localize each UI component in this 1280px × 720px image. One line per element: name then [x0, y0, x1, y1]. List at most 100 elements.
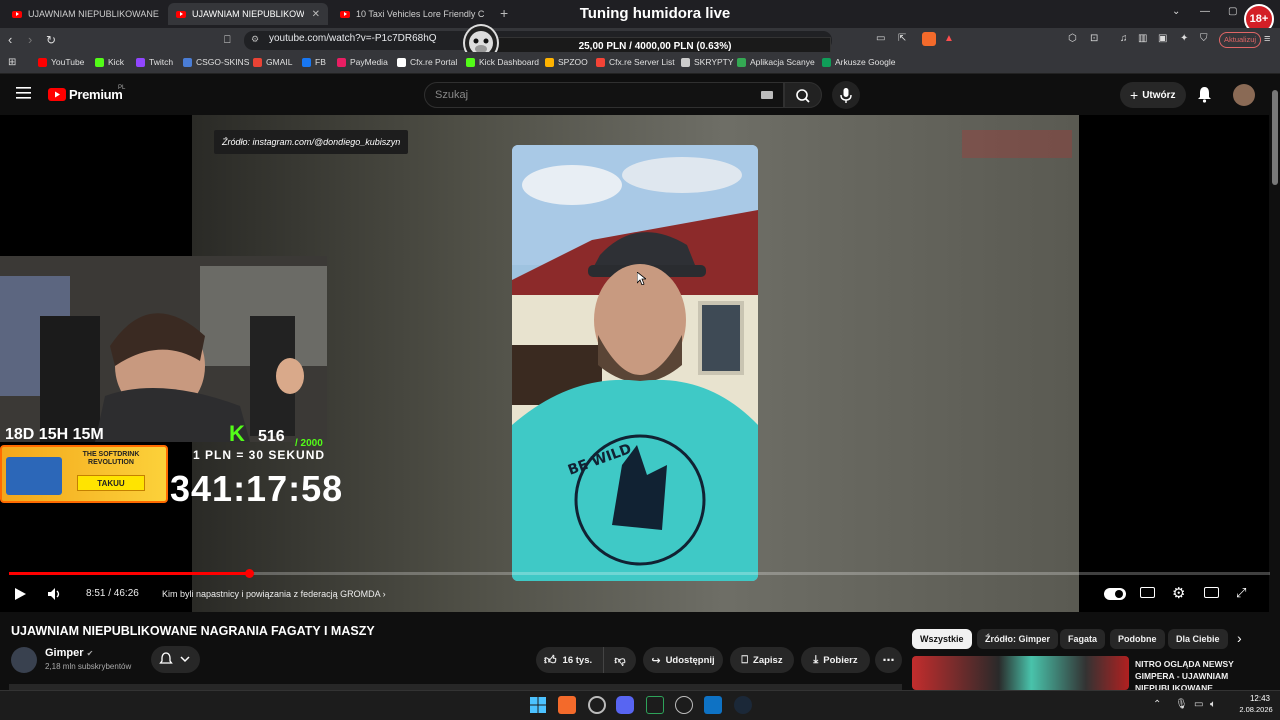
minimize-icon[interactable]: — — [1200, 6, 1210, 17]
channel-avatar[interactable] — [11, 647, 37, 673]
bookmark-item[interactable]: GMAIL — [253, 57, 292, 67]
update-button[interactable]: Aktualizuj — [1219, 32, 1262, 48]
more-actions-button[interactable]: ⋯ — [875, 647, 902, 673]
vpn-icon[interactable]: ⛉ — [1200, 33, 1208, 44]
bookmark-label: Kick Dashboard — [479, 57, 540, 67]
search-button[interactable] — [784, 82, 822, 108]
windows-start-icon[interactable] — [529, 696, 547, 714]
reload-icon[interactable]: ↻ — [46, 32, 56, 48]
subscription-bell-button[interactable] — [151, 646, 200, 673]
bookmark-item[interactable]: FB — [302, 57, 326, 67]
promo-title: THE SOFTDRINK REVOLUTION — [82, 451, 140, 466]
page-scrollbar-thumb[interactable] — [1272, 90, 1278, 185]
bookmark-icon[interactable]: ⎕ — [224, 32, 231, 48]
chips-next-icon[interactable]: › — [1237, 630, 1242, 646]
subtitles-icon[interactable] — [1140, 587, 1155, 598]
recommendation-thumbnail[interactable] — [912, 656, 1129, 690]
voice-search-button[interactable] — [832, 81, 860, 109]
bookmark-item[interactable]: PayMedia — [337, 57, 388, 67]
bookmark-item[interactable]: Cfx.re Portal — [397, 57, 457, 67]
new-tab-icon[interactable]: + — [500, 5, 508, 21]
forward-icon[interactable]: › — [28, 32, 32, 48]
fullscreen-icon[interactable]: ⤢ — [1236, 585, 1246, 601]
bookmark-item[interactable]: Twitch — [136, 57, 173, 67]
menu-icon[interactable]: ≡ — [1264, 33, 1270, 45]
leo-ai-icon[interactable]: ✦ — [1180, 33, 1188, 44]
clock-time[interactable]: 12:43 — [1241, 694, 1279, 703]
recommendation-title[interactable]: NITRO OGLĄDA NEWSY GIMPERA - UJAWNIAM NI… — [1135, 658, 1245, 690]
tray-chevron-icon[interactable]: ⌃ — [1153, 699, 1161, 710]
keyboard-icon[interactable] — [761, 91, 773, 99]
cast-icon[interactable]: ▭ — [876, 33, 885, 44]
bookmark-item[interactable]: Arkusze Google — [822, 57, 895, 67]
wallet-icon[interactable]: ▣ — [1158, 33, 1167, 44]
brave-shields-icon[interactable] — [922, 32, 936, 46]
play-icon[interactable] — [14, 587, 27, 601]
apps-grid-icon[interactable]: ⊞ — [8, 57, 16, 68]
browser-tab[interactable]: UJAWNIAM NIEPUBLIKOWANE NAGR — [4, 3, 160, 25]
maximize-icon[interactable]: ▢ — [1228, 6, 1237, 17]
chip-source[interactable]: Źródło: Gimper — [977, 629, 1058, 649]
plus-icon: + — [1130, 87, 1139, 103]
site-info-icon[interactable]: ⚙ — [251, 34, 259, 45]
create-button[interactable]: + Utwórz — [1120, 82, 1186, 108]
bookmark-item[interactable]: Cfx.re Server List — [596, 57, 675, 67]
youtube-logo-icon[interactable] — [48, 88, 66, 101]
volume-icon[interactable] — [47, 587, 63, 601]
sidebar-icon[interactable]: ▥ — [1138, 33, 1147, 44]
browser-tab[interactable]: 10 Taxi Vehicles Lore Friendly Cars GT — [332, 3, 492, 25]
share-button[interactable]: ↪ Udostępnij — [643, 647, 723, 673]
excel-icon[interactable] — [646, 696, 664, 714]
vscode-icon[interactable] — [704, 696, 722, 714]
notifications-bell-icon[interactable] — [1197, 86, 1212, 103]
chip-fagata[interactable]: Fagata — [1060, 629, 1106, 649]
tab-title: UJAWNIAM NIEPUBLIKOWANE N — [192, 9, 304, 19]
chapter-title[interactable]: Kim byli napastnicy i powiązania z feder… — [162, 589, 386, 599]
autoplay-toggle[interactable] — [1104, 588, 1126, 600]
download-button[interactable]: ⤓ Pobierz — [801, 647, 870, 673]
microphone-icon[interactable]: 🎙︎ — [1175, 699, 1188, 710]
app-icon[interactable] — [675, 696, 693, 714]
chip-all[interactable]: Wszystkie — [912, 629, 972, 649]
discord-icon[interactable] — [616, 696, 634, 714]
bookmark-item[interactable]: Kick Dashboard — [466, 57, 539, 67]
brave-rewards-icon[interactable]: ▲ — [944, 33, 954, 44]
speaker-icon[interactable]: 🔈︎ — [1210, 699, 1216, 710]
channel-name[interactable]: Gimper ✔ — [45, 647, 93, 659]
brave-browser-icon[interactable] — [558, 696, 576, 714]
search-input[interactable] — [424, 82, 784, 108]
steam-icon[interactable] — [734, 696, 752, 714]
obs-icon[interactable] — [588, 696, 606, 714]
dislike-button[interactable]: 👎︎ — [603, 647, 636, 673]
miniplayer-icon[interactable] — [1204, 587, 1219, 598]
kick-logo-icon: K — [229, 421, 245, 446]
blurred-banner — [962, 130, 1072, 158]
bookmark-item[interactable]: CSGO-SKINS — [183, 57, 249, 67]
chip-for-you[interactable]: Dla Ciebie — [1168, 629, 1228, 649]
chip-similar[interactable]: Podobne — [1110, 629, 1165, 649]
bookmark-item[interactable]: Aplikacja Scanye — [737, 57, 815, 67]
bookmark-favicon-icon — [136, 57, 145, 67]
clock-date[interactable]: 2.08.2026 — [1233, 705, 1279, 714]
tab-search-icon[interactable]: ⌄ — [1172, 6, 1180, 17]
youtube-premium-label[interactable]: Premium — [69, 87, 123, 102]
browser-tab-active[interactable]: UJAWNIAM NIEPUBLIKOWANE N ✕ — [168, 3, 328, 25]
back-icon[interactable]: ‹ — [8, 32, 12, 48]
bookmark-item[interactable]: SKRYPTY — [681, 57, 734, 67]
promo-button[interactable]: TAKUU — [77, 475, 145, 491]
extensions-icon[interactable]: ⬡ — [1068, 33, 1077, 44]
close-tab-icon[interactable]: ✕ — [312, 9, 320, 20]
monitor-icon[interactable]: ▭ — [1194, 699, 1203, 710]
url-text[interactable]: youtube.com/watch?v=-P1c7DR68hQ — [269, 33, 437, 44]
save-button[interactable]: ⎕ Zapisz — [730, 647, 794, 673]
share-page-icon[interactable]: ⇱ — [898, 33, 906, 44]
account-avatar[interactable] — [1233, 84, 1255, 106]
bookmark-item[interactable]: YouTube — [38, 57, 84, 67]
hamburger-menu-icon[interactable] — [16, 87, 31, 99]
screenshot-icon[interactable]: ⊡ — [1090, 33, 1098, 44]
bookmark-item[interactable]: SPZOO — [545, 57, 588, 67]
progress-scrubber[interactable] — [244, 569, 254, 578]
bookmark-item[interactable]: Kick — [95, 57, 124, 67]
media-icon[interactable]: ♫ — [1120, 33, 1128, 44]
settings-gear-icon[interactable]: ⚙ — [1172, 584, 1185, 602]
